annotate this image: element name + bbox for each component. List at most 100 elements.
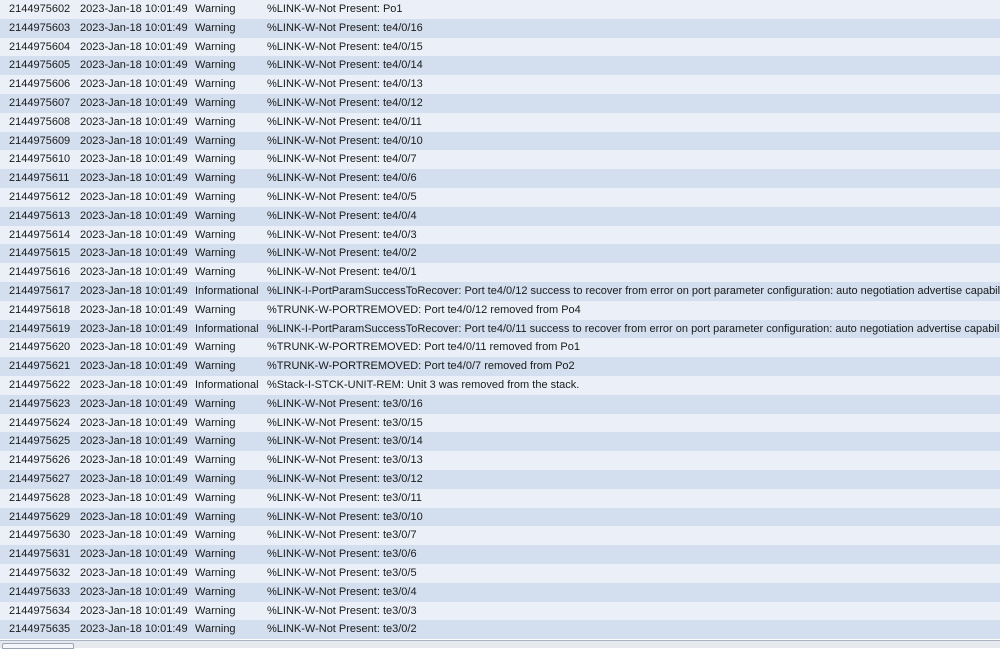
log-id: 2144975624 (9, 416, 71, 429)
log-timestamp: 2023-Jan-18 10:01:49 (80, 341, 188, 354)
log-timestamp: 2023-Jan-18 10:01:49 (80, 78, 188, 91)
log-message: %LINK-W-Not Present: te4/0/12 (267, 96, 423, 109)
log-timestamp: 2023-Jan-18 10:01:49 (80, 153, 188, 166)
log-row[interactable]: 2144975607 2023-Jan-18 10:01:49 Warning %LI… (0, 93, 1000, 113)
log-row[interactable]: 2144975635 2023-Jan-18 10:01:49 Warning %LI… (0, 620, 1000, 640)
log-message: %LINK-W-Not Present: te3/0/4 (267, 585, 417, 598)
log-row[interactable]: 2144975632 2023-Jan-18 10:01:49 Warning %LI… (0, 563, 1000, 583)
log-id: 2144975603 (9, 21, 71, 34)
log-row[interactable]: 2144975609 2023-Jan-18 10:01:49 Warning %LI… (0, 131, 1000, 151)
log-severity: Warning (195, 228, 236, 241)
log-id: 2144975617 (9, 284, 71, 297)
log-row[interactable]: 2144975621 2023-Jan-18 10:01:49 Warning %TR… (0, 357, 1000, 376)
log-row[interactable]: 2144975628 2023-Jan-18 10:01:49 Warning %LI… (0, 488, 1000, 508)
log-id: 2144975629 (9, 510, 71, 523)
log-id: 2144975609 (9, 134, 71, 147)
log-severity: Warning (195, 585, 236, 598)
log-id: 2144975604 (9, 40, 71, 53)
log-row[interactable]: 2144975604 2023-Jan-18 10:01:49 Warning %LI… (0, 37, 1000, 57)
log-row[interactable]: 2144975617 2023-Jan-18 10:01:49 Informatio… (0, 281, 1000, 301)
log-message: %LINK-W-Not Present: te3/0/13 (267, 454, 423, 467)
log-message: %TRUNK-W-PORTREMOVED: Port te4/0/11 remo… (267, 341, 580, 354)
log-message: %LINK-W-Not Present: te4/0/3 (267, 228, 417, 241)
log-message: %LINK-W-Not Present: te3/0/14 (267, 435, 423, 448)
log-row[interactable]: 2144975634 2023-Jan-18 10:01:49 Warning %LI… (0, 601, 1000, 621)
log-message: %TRUNK-W-PORTREMOVED: Port te4/0/7 remov… (267, 360, 575, 373)
log-timestamp: 2023-Jan-18 10:01:49 (80, 190, 188, 203)
log-id: 2144975611 (9, 172, 70, 185)
log-id: 2144975622 (9, 378, 71, 391)
horizontal-scrollbar[interactable] (0, 640, 1000, 649)
log-message: %LINK-W-Not Present: te4/0/2 (267, 247, 417, 260)
log-id: 2144975612 (9, 190, 71, 203)
log-severity: Informational (195, 322, 259, 335)
log-severity: Warning (195, 604, 236, 617)
log-message: %LINK-W-Not Present: te4/0/6 (267, 172, 417, 185)
log-timestamp: 2023-Jan-18 10:01:49 (80, 209, 188, 222)
log-id: 2144975618 (9, 303, 71, 316)
log-row[interactable]: 2144975605 2023-Jan-18 10:01:49 Warning %LI… (0, 56, 1000, 76)
log-id: 2144975628 (9, 491, 71, 504)
log-timestamp: 2023-Jan-18 10:01:49 (80, 604, 188, 617)
log-message: %LINK-W-Not Present: te4/0/14 (267, 59, 423, 72)
log-message: %LINK-W-Not Present: te3/0/2 (267, 623, 417, 636)
log-message: %LINK-W-Not Present: te3/0/7 (267, 529, 417, 542)
log-timestamp: 2023-Jan-18 10:01:49 (80, 510, 188, 523)
log-row[interactable]: 2144975622 2023-Jan-18 10:01:49 Informatio… (0, 375, 1000, 395)
log-message: %Stack-I-STCK-UNIT-REM: Unit 3 was remov… (267, 378, 580, 391)
log-timestamp: 2023-Jan-18 10:01:49 (80, 360, 188, 373)
log-id: 2144975610 (9, 153, 71, 166)
log-severity: Warning (195, 172, 236, 185)
log-row[interactable]: 2144975612 2023-Jan-18 10:01:49 Warning %LI… (0, 187, 1000, 207)
log-row[interactable]: 2144975620 2023-Jan-18 10:01:49 Warning %TR… (0, 338, 1000, 358)
log-row[interactable]: 2144975618 2023-Jan-18 10:01:49 Warning %TR… (0, 300, 1000, 320)
log-row[interactable]: 2144975610 2023-Jan-18 10:01:49 Warning %LI… (0, 150, 1000, 170)
log-severity: Warning (195, 529, 236, 542)
log-timestamp: 2023-Jan-18 10:01:49 (80, 134, 188, 147)
log-message: %LINK-W-Not Present: te4/0/1 (267, 266, 417, 279)
log-row[interactable]: 2144975619 2023-Jan-18 10:01:49 Informatio… (0, 319, 1000, 339)
log-id: 2144975630 (9, 529, 71, 542)
log-id: 2144975619 (9, 322, 71, 335)
log-row[interactable]: 2144975627 2023-Jan-18 10:01:49 Warning %LI… (0, 469, 1000, 489)
log-severity: Warning (195, 472, 236, 485)
log-row[interactable]: 2144975626 2023-Jan-18 10:01:49 Warning %LI… (0, 451, 1000, 470)
log-severity: Warning (195, 3, 236, 15)
log-row[interactable]: 2144975625 2023-Jan-18 10:01:49 Warning %LI… (0, 432, 1000, 452)
log-id: 2144975635 (9, 623, 71, 636)
log-id: 2144975614 (9, 228, 71, 241)
log-timestamp: 2023-Jan-18 10:01:49 (80, 303, 188, 316)
log-timestamp: 2023-Jan-18 10:01:49 (80, 623, 188, 636)
log-row[interactable]: 2144975606 2023-Jan-18 10:01:49 Warning %LI… (0, 75, 1000, 94)
log-severity: Warning (195, 96, 236, 109)
log-timestamp: 2023-Jan-18 10:01:49 (80, 529, 188, 542)
log-message: %LINK-W-Not Present: te3/0/12 (267, 472, 423, 485)
log-timestamp: 2023-Jan-18 10:01:49 (80, 566, 188, 579)
log-row[interactable]: 2144975611 2023-Jan-18 10:01:49 Warning %LI… (0, 169, 1000, 188)
log-message: %LINK-W-Not Present: te4/0/7 (267, 153, 417, 166)
log-row[interactable]: 2144975633 2023-Jan-18 10:01:49 Warning %LI… (0, 582, 1000, 602)
log-row[interactable]: 2144975603 2023-Jan-18 10:01:49 Warning %LI… (0, 18, 1000, 38)
log-row[interactable]: 2144975602 2023-Jan-18 10:01:49 Warning %LI… (0, 0, 1000, 19)
log-severity: Warning (195, 190, 236, 203)
log-severity: Warning (195, 247, 236, 260)
log-row[interactable]: 2144975623 2023-Jan-18 10:01:49 Warning %LI… (0, 394, 1000, 414)
log-severity: Warning (195, 548, 236, 561)
log-message: %LINK-W-Not Present: te4/0/11 (267, 115, 422, 128)
log-row[interactable]: 2144975608 2023-Jan-18 10:01:49 Warning %LI… (0, 112, 1000, 132)
log-timestamp: 2023-Jan-18 10:01:49 (80, 3, 188, 15)
scrollbar-thumb[interactable] (2, 643, 74, 649)
log-row[interactable]: 2144975616 2023-Jan-18 10:01:49 Warning %LI… (0, 263, 1000, 282)
log-row[interactable]: 2144975613 2023-Jan-18 10:01:49 Warning %LI… (0, 206, 1000, 226)
log-row[interactable]: 2144975614 2023-Jan-18 10:01:49 Warning %LI… (0, 225, 1000, 245)
log-severity: Warning (195, 491, 236, 504)
log-row[interactable]: 2144975629 2023-Jan-18 10:01:49 Warning %LI… (0, 507, 1000, 527)
log-severity: Warning (195, 454, 236, 467)
log-row[interactable]: 2144975631 2023-Jan-18 10:01:49 Warning %LI… (0, 545, 1000, 564)
log-row[interactable]: 2144975630 2023-Jan-18 10:01:49 Warning %LI… (0, 526, 1000, 546)
log-row[interactable]: 2144975615 2023-Jan-18 10:01:49 Warning %LI… (0, 244, 1000, 264)
log-row[interactable]: 2144975624 2023-Jan-18 10:01:49 Warning %LI… (0, 413, 1000, 433)
log-timestamp: 2023-Jan-18 10:01:49 (80, 472, 188, 485)
log-message: %LINK-I-PortParamSuccessToRecover: Port … (267, 322, 1000, 335)
log-id: 2144975616 (9, 266, 71, 279)
